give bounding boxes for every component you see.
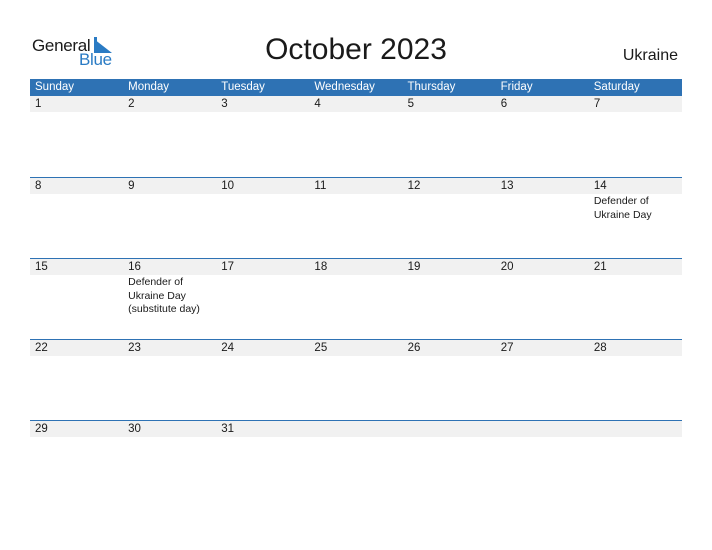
day-cell [496, 421, 589, 501]
day-number: 20 [500, 261, 514, 273]
week-row: 1 2 3 4 5 6 7 [30, 96, 682, 177]
day-number [408, 421, 496, 437]
day-number [594, 421, 682, 437]
day-cell: 3 [216, 96, 309, 176]
day-cell: 21 [589, 259, 682, 339]
day-number: 15 [35, 261, 48, 273]
day-cell: 8 [30, 178, 123, 258]
day-number: 18 [314, 261, 328, 273]
day-cell: 13 [496, 178, 589, 258]
day-number: 27 [500, 342, 514, 354]
day-cell: 22 [30, 340, 123, 420]
day-cell: 20 [496, 259, 589, 339]
day-cell: 16 Defender of Ukraine Day (substitute da… [123, 259, 216, 339]
day-number: 26 [407, 342, 421, 354]
day-cell: 29 [30, 421, 123, 501]
day-number: 5 [407, 98, 414, 110]
day-cell: 27 [496, 340, 589, 420]
week-row: 22 23 24 25 26 27 28 [30, 339, 682, 420]
day-number: 25 [314, 342, 328, 354]
day-cell: 25 [309, 340, 402, 420]
day-cell: 2 [123, 96, 216, 176]
day-number: 9 [128, 180, 135, 192]
day-number: 2 [128, 98, 135, 110]
weekday-wednesday: Wednesday [314, 81, 375, 93]
calendar-grid: Sunday Monday Tuesday Wednesday Thursday Frid… [30, 79, 682, 501]
page-title: October 2023 [265, 33, 447, 66]
day-number: 24 [221, 342, 235, 354]
day-number: 23 [128, 342, 141, 354]
day-number: 4 [314, 98, 321, 110]
day-number: 30 [128, 423, 141, 435]
day-number: 17 [221, 261, 235, 273]
day-cell [589, 421, 682, 501]
day-cell [309, 421, 402, 501]
day-cell: 30 [123, 421, 216, 501]
day-cell [403, 421, 496, 501]
weekday-sunday: Sunday [35, 81, 75, 93]
day-number: 29 [35, 423, 48, 435]
day-cell: 28 [589, 340, 682, 420]
day-number: 8 [35, 180, 42, 192]
day-number: 14 [593, 180, 607, 192]
day-number [314, 421, 402, 437]
day-number: 21 [593, 261, 607, 273]
day-number: 19 [407, 261, 421, 273]
holiday-event: Defender of Ukraine Day [593, 195, 652, 221]
country-label: Ukraine [622, 47, 678, 64]
weekday-header: Sunday Monday Tuesday Wednesday Thursday Frid… [30, 79, 682, 96]
week-row: 8 9 10 11 12 13 14 Defender of Ukraine Day [30, 177, 682, 258]
day-number: 22 [35, 342, 48, 354]
day-number: 13 [500, 180, 514, 192]
calendar-weeks: 1 2 3 4 5 6 7 8 9 10 11 12 13 14 Defender of Ukraine D… [30, 96, 682, 501]
week-row: 29 30 31 [30, 420, 682, 501]
day-number: 28 [593, 342, 607, 354]
weekday-friday: Friday [500, 81, 533, 93]
day-cell: 11 [309, 178, 402, 258]
day-number: 1 [35, 98, 42, 110]
day-cell: 23 [123, 340, 216, 420]
week-row: 15 16 Defender of Ukraine Day (substitute … [30, 258, 682, 339]
day-number: 7 [593, 98, 601, 110]
day-cell: 19 [403, 259, 496, 339]
holiday-event: Defender of Ukraine Day (substitute day) [128, 276, 200, 315]
day-cell: 24 [216, 340, 309, 420]
weekday-monday: Monday [128, 81, 170, 93]
day-number: 11 [314, 180, 327, 192]
day-number [501, 421, 589, 437]
day-number: 16 [128, 261, 141, 273]
day-cell: 5 [403, 96, 496, 176]
day-cell: 12 [403, 178, 496, 258]
day-cell: 26 [403, 340, 496, 420]
day-number: 31 [221, 423, 235, 435]
day-number: 10 [221, 180, 235, 192]
day-cell: 15 [30, 259, 123, 339]
weekday-tuesday: Tuesday [221, 81, 265, 93]
day-cell: 17 [216, 259, 309, 339]
day-cell: 6 [496, 96, 589, 176]
day-number: 6 [500, 98, 508, 110]
day-number: 12 [407, 180, 421, 192]
day-number: 3 [221, 98, 228, 110]
weekday-thursday: Thursday [407, 81, 456, 93]
day-cell: 18 [309, 259, 402, 339]
day-cell: 31 [216, 421, 309, 501]
day-cell: 10 [216, 178, 309, 258]
day-cell: 14 Defender of Ukraine Day [589, 178, 682, 258]
day-cell: 7 [589, 96, 682, 176]
weekday-saturday: Saturday [593, 81, 640, 93]
day-cell: 1 [30, 96, 123, 176]
day-cell: 9 [123, 178, 216, 258]
day-cell: 4 [309, 96, 402, 176]
